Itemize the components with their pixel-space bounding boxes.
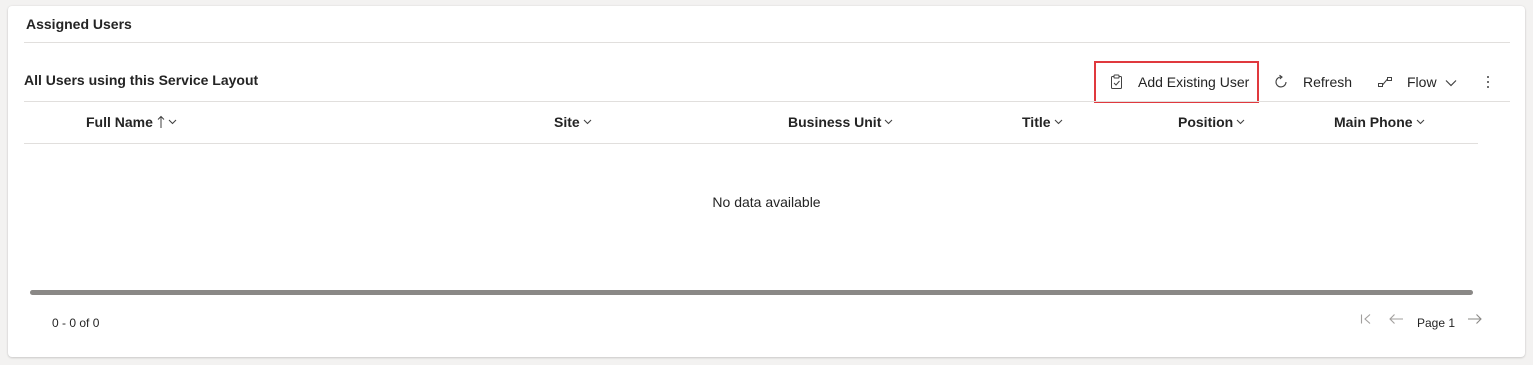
refresh-label: Refresh — [1303, 74, 1353, 90]
chevron-down-icon — [583, 119, 592, 125]
section-title: Assigned Users — [26, 16, 132, 32]
flow-label: Flow — [1407, 74, 1437, 90]
arrow-left-icon — [1388, 312, 1404, 330]
assigned-users-card: Assigned Users All Users using this Serv… — [8, 6, 1525, 357]
column-header-full-name[interactable]: Full Name — [86, 114, 177, 130]
column-header-title[interactable]: Title — [1022, 114, 1063, 130]
divider — [24, 101, 1510, 102]
more-vertical-icon — [1482, 74, 1494, 90]
flow-icon — [1377, 74, 1393, 90]
clipboard-add-icon — [1109, 74, 1125, 90]
empty-message: No data available — [712, 194, 821, 210]
column-header-label: Site — [554, 114, 580, 130]
record-count: 0 - 0 of 0 — [52, 316, 100, 330]
refresh-button[interactable]: Refresh — [1273, 64, 1352, 100]
column-header-label: Title — [1022, 114, 1051, 130]
page-indicator: Page 1 — [1417, 316, 1456, 330]
chevron-down-icon — [1054, 119, 1063, 125]
column-header-label: Main Phone — [1334, 114, 1413, 130]
chevron-down-icon — [1236, 119, 1245, 125]
first-page-button[interactable] — [1360, 312, 1372, 330]
column-header-business-unit[interactable]: Business Unit — [788, 114, 893, 130]
previous-page-button[interactable] — [1388, 312, 1404, 330]
column-header-label: Business Unit — [788, 114, 882, 130]
horizontal-scrollbar[interactable] — [30, 290, 1473, 295]
chevron-down-icon — [884, 119, 893, 125]
more-commands-button[interactable] — [1482, 64, 1494, 100]
chevron-down-icon — [1445, 74, 1457, 90]
divider — [24, 143, 1478, 144]
chevron-down-icon — [168, 119, 177, 125]
column-header-main-phone[interactable]: Main Phone — [1334, 114, 1425, 130]
column-header-position[interactable]: Position — [1178, 114, 1245, 130]
first-page-icon — [1360, 312, 1372, 330]
add-existing-user-label: Add Existing User — [1138, 74, 1250, 90]
divider — [24, 42, 1510, 43]
subgrid-title: All Users using this Service Layout — [24, 72, 259, 88]
column-header-label: Position — [1178, 114, 1234, 130]
column-header-label: Full Name — [86, 114, 153, 130]
column-header-site[interactable]: Site — [554, 114, 592, 130]
arrow-right-icon — [1467, 312, 1483, 330]
scrollbar-thumb[interactable] — [30, 290, 1473, 295]
flow-button[interactable]: Flow — [1377, 64, 1457, 100]
next-page-button[interactable] — [1467, 312, 1483, 330]
sort-ascending-icon — [157, 115, 165, 129]
chevron-down-icon — [1416, 119, 1425, 125]
refresh-icon — [1273, 74, 1289, 90]
add-existing-user-button[interactable]: Add Existing User — [1094, 61, 1259, 103]
